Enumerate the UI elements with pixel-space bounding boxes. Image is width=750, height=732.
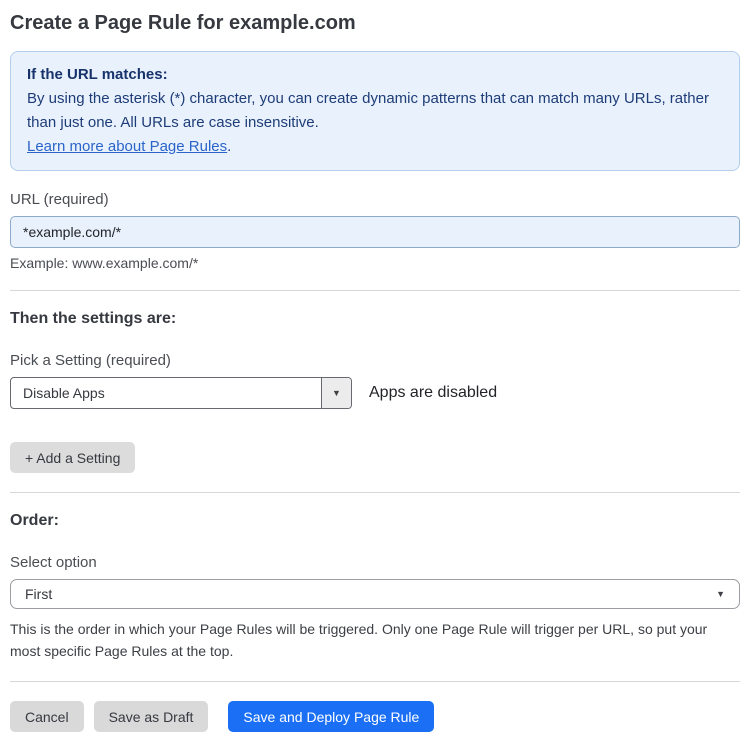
setting-select[interactable]: Disable Apps ▼ <box>10 377 352 409</box>
order-help-text: This is the order in which your Page Rul… <box>10 621 708 659</box>
setting-status-text: Apps are disabled <box>369 384 498 401</box>
info-box-link-line: Learn more about Page Rules. <box>27 135 723 159</box>
save-and-deploy-button[interactable]: Save and Deploy Page Rule <box>228 701 435 732</box>
divider <box>10 492 740 493</box>
url-match-info-box: If the URL matches: By using the asteris… <box>10 51 740 171</box>
divider <box>10 290 740 291</box>
settings-section-heading: Then the settings are: <box>10 310 177 327</box>
cancel-button[interactable]: Cancel <box>10 701 84 732</box>
caret-down-icon[interactable]: ▼ <box>321 378 351 408</box>
link-suffix: . <box>227 138 232 155</box>
caret-down-icon: ▼ <box>716 589 725 599</box>
order-select-label: Select option <box>10 554 97 571</box>
info-box-heading: If the URL matches: <box>27 66 168 83</box>
divider <box>10 681 740 682</box>
info-box-body: By using the asterisk (*) character, you… <box>27 90 709 131</box>
order-select[interactable]: First ▼ <box>10 579 740 609</box>
setting-select-value: Disable Apps <box>23 385 105 401</box>
add-setting-button[interactable]: + Add a Setting <box>10 442 136 473</box>
setting-row: Disable Apps ▼ Apps are disabled <box>10 377 740 409</box>
page-title: Create a Page Rule for example.com <box>10 12 356 34</box>
learn-more-link[interactable]: Learn more about Page Rules <box>27 138 227 155</box>
order-section-heading: Order: <box>10 512 59 529</box>
save-as-draft-button[interactable]: Save as Draft <box>93 701 209 732</box>
order-select-value: First <box>25 586 53 602</box>
url-input[interactable] <box>10 216 740 248</box>
footer-actions: Cancel Save as Draft Save and Deploy Pag… <box>10 701 740 732</box>
pick-setting-label: Pick a Setting (required) <box>10 352 171 369</box>
url-field-label: URL (required) <box>10 191 109 208</box>
url-example-hint: Example: www.example.com/* <box>10 255 199 271</box>
